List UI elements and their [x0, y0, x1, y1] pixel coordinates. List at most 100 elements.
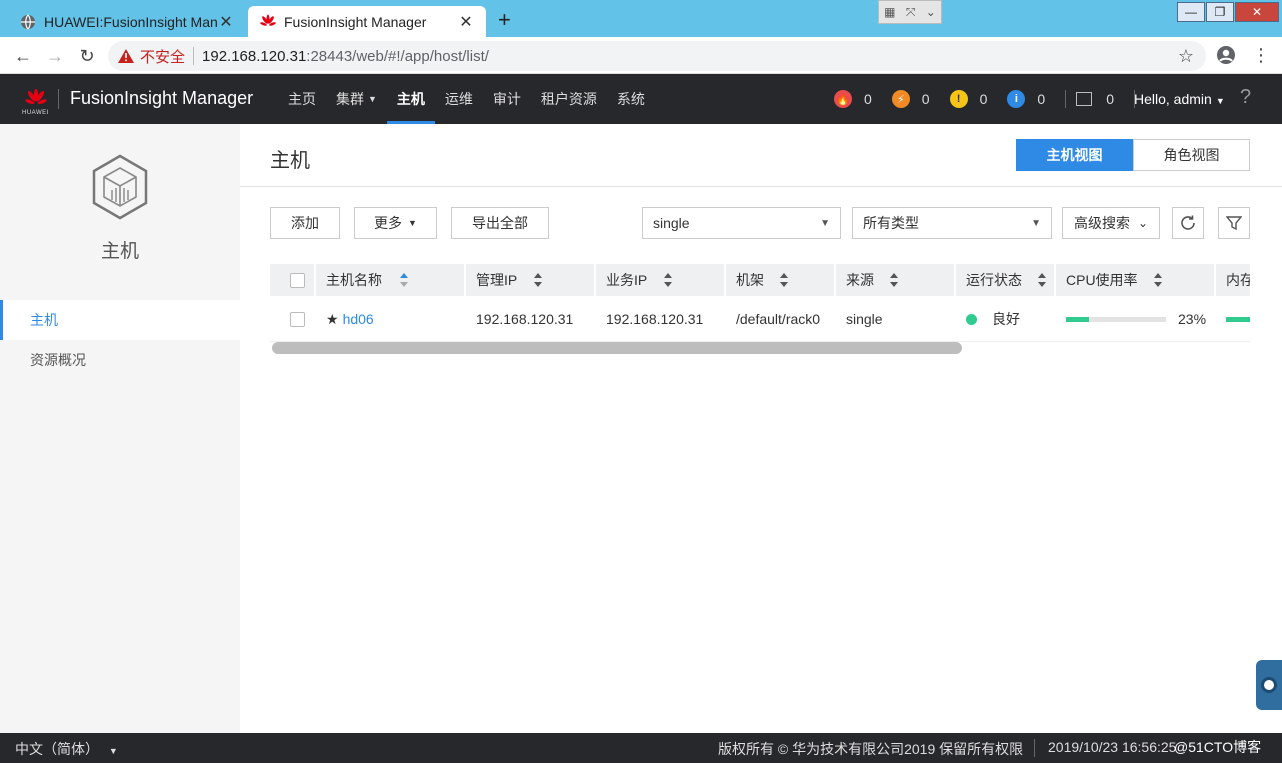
- forward-arrow-icon[interactable]: →: [44, 45, 66, 67]
- reload-icon[interactable]: ↻: [76, 45, 98, 67]
- column-status[interactable]: 运行状态: [956, 264, 1056, 296]
- column-source[interactable]: 来源: [836, 264, 956, 296]
- export-all-button[interactable]: 导出全部: [451, 207, 549, 239]
- huawei-logo-icon: [260, 14, 276, 26]
- remote-assist-icon: [1261, 677, 1277, 693]
- cluster-select[interactable]: single ▼: [642, 207, 841, 239]
- sort-icon: [890, 273, 898, 287]
- nav-audit[interactable]: 审计: [483, 74, 531, 124]
- nav-system[interactable]: 系统: [607, 74, 655, 124]
- minimize-button[interactable]: —: [1177, 2, 1205, 22]
- remote-control-bar[interactable]: ▦ ⤧ ⌄: [878, 0, 942, 24]
- nav-tenant[interactable]: 租户资源: [531, 74, 607, 124]
- product-name[interactable]: FusionInsight Manager: [70, 88, 253, 109]
- close-tab-icon[interactable]: ✕: [218, 12, 234, 32]
- sort-icon: [534, 273, 542, 287]
- type-select-value: 所有类型: [863, 215, 919, 231]
- sidebar-item-label: 资源概况: [30, 352, 86, 368]
- host-emblem-icon: [92, 154, 148, 220]
- row-select-cell: [270, 296, 316, 342]
- nav-label: 主机: [396, 91, 425, 107]
- filter-icon: [1226, 216, 1242, 231]
- column-rack[interactable]: 机架: [726, 264, 836, 296]
- table-row[interactable]: ★ hd06 192.168.120.31 192.168.120.31 /de…: [270, 296, 1250, 342]
- watermark-text: @51CTO博客: [1174, 739, 1262, 755]
- nav-home[interactable]: 主页: [278, 74, 326, 124]
- caret-down-icon: ▼: [820, 217, 830, 229]
- footer: 中文（简体） ▼ 版权所有 © 华为技术有限公司2019 保留所有权限 2019…: [0, 733, 1282, 763]
- cpu-usage-text: 23%: [1178, 311, 1207, 327]
- url-field[interactable]: 不安全 192.168.120.31 :28443/web/#!/app/hos…: [108, 41, 1206, 71]
- nav-label: 集群: [336, 91, 364, 107]
- host-view-button[interactable]: 主机视图: [1016, 139, 1133, 171]
- column-label: 来源: [846, 272, 874, 288]
- nav-cluster[interactable]: 集群 ▼: [326, 74, 387, 124]
- close-window-button[interactable]: ✕: [1235, 2, 1279, 22]
- browser-tab-bar: HUAWEI:FusionInsight Manag ✕ FusionInsig…: [0, 0, 1282, 37]
- column-label: 内存: [1226, 272, 1250, 288]
- task-list[interactable]: 0: [1076, 91, 1114, 107]
- restore-button[interactable]: ❐: [1206, 2, 1234, 22]
- more-button[interactable]: 更多 ▼: [354, 207, 437, 239]
- browser-tab-2[interactable]: FusionInsight Manager ✕: [248, 6, 486, 37]
- table-header: 主机名称 管理IP 业务IP 机架 来源 运行状态 CPU使用率 内存: [270, 264, 1250, 296]
- refresh-button[interactable]: [1172, 207, 1204, 239]
- back-arrow-icon[interactable]: ←: [12, 45, 34, 67]
- alarm-count: 0: [979, 91, 988, 107]
- main-content: 主机 主机视图 角色视图 添加 更多 ▼ 导出全部 single ▼ 所有类型 ▼…: [240, 124, 1282, 733]
- filter-button[interactable]: [1218, 207, 1250, 239]
- new-tab-button[interactable]: +: [498, 8, 511, 32]
- security-label[interactable]: 不安全: [140, 46, 185, 67]
- column-mgmt-ip[interactable]: 管理IP: [466, 264, 596, 296]
- caret-down-icon: ▼: [108, 746, 118, 756]
- select-all-cell: [270, 264, 316, 296]
- view-switch: 主机视图 角色视图: [1016, 139, 1250, 171]
- column-memory[interactable]: 内存: [1216, 264, 1250, 296]
- menu-kebab-icon[interactable]: ⋮: [1252, 45, 1270, 66]
- host-name-link[interactable]: hd06: [343, 311, 374, 327]
- row-checkbox[interactable]: [290, 311, 305, 327]
- critical-alarm[interactable]: 🔥 0: [834, 90, 872, 108]
- alarm-count: 0: [1037, 91, 1046, 107]
- column-biz-ip[interactable]: 业务IP: [596, 264, 726, 296]
- nav-hosts[interactable]: 主机: [386, 74, 435, 124]
- info-alarm-icon: i: [1007, 90, 1026, 108]
- warning-icon: [118, 49, 134, 63]
- column-label: CPU使用率: [1066, 272, 1138, 288]
- scrollbar-thumb[interactable]: [272, 342, 962, 354]
- sort-icon: [780, 273, 788, 287]
- sort-icon: [400, 273, 408, 287]
- sidebar-item-resource-overview[interactable]: 资源概况: [0, 340, 240, 380]
- sort-icon: [664, 273, 672, 287]
- bookmark-star-icon[interactable]: ☆: [1178, 46, 1194, 67]
- add-button[interactable]: 添加: [270, 207, 340, 239]
- language-select[interactable]: 中文（简体） ▼: [15, 739, 118, 759]
- account-icon[interactable]: [1216, 45, 1236, 70]
- huawei-logo-icon: [25, 88, 47, 105]
- advanced-search-button[interactable]: 高级搜索 ⌄: [1062, 207, 1160, 239]
- remote-assist-widget[interactable]: [1256, 660, 1282, 710]
- minor-alarm[interactable]: ! 0: [949, 90, 988, 108]
- sidebar-title: 主机: [100, 241, 139, 262]
- role-view-button[interactable]: 角色视图: [1133, 139, 1250, 171]
- select-all-checkbox[interactable]: [290, 272, 305, 288]
- column-label: 运行状态: [966, 272, 1022, 288]
- column-host-name[interactable]: 主机名称: [316, 264, 466, 296]
- user-menu[interactable]: Hello, admin ▼: [1134, 91, 1225, 107]
- host-table: 主机名称 管理IP 业务IP 机架 来源 运行状态 CPU使用率 内存 ★ hd…: [270, 264, 1250, 342]
- minor-alarm-icon: !: [949, 90, 968, 108]
- user-greeting: Hello, admin: [1134, 91, 1212, 107]
- status-cell: 良好: [956, 296, 1056, 342]
- close-tab-icon[interactable]: ✕: [458, 12, 474, 32]
- info-alarm[interactable]: i 0: [1007, 90, 1045, 108]
- major-alarm[interactable]: ⚡ 0: [891, 90, 930, 108]
- column-cpu-usage[interactable]: CPU使用率: [1056, 264, 1216, 296]
- status-text: 良好: [992, 311, 1020, 327]
- type-select[interactable]: 所有类型 ▼: [852, 207, 1052, 239]
- cpu-usage-fill: [1066, 316, 1089, 322]
- browser-tab-1[interactable]: HUAWEI:FusionInsight Manag ✕: [8, 6, 246, 37]
- sidebar-item-hosts[interactable]: 主机: [0, 300, 240, 340]
- help-icon[interactable]: ?: [1240, 86, 1251, 109]
- nav-om[interactable]: 运维: [435, 74, 483, 124]
- table-horizontal-scrollbar[interactable]: [270, 342, 1250, 354]
